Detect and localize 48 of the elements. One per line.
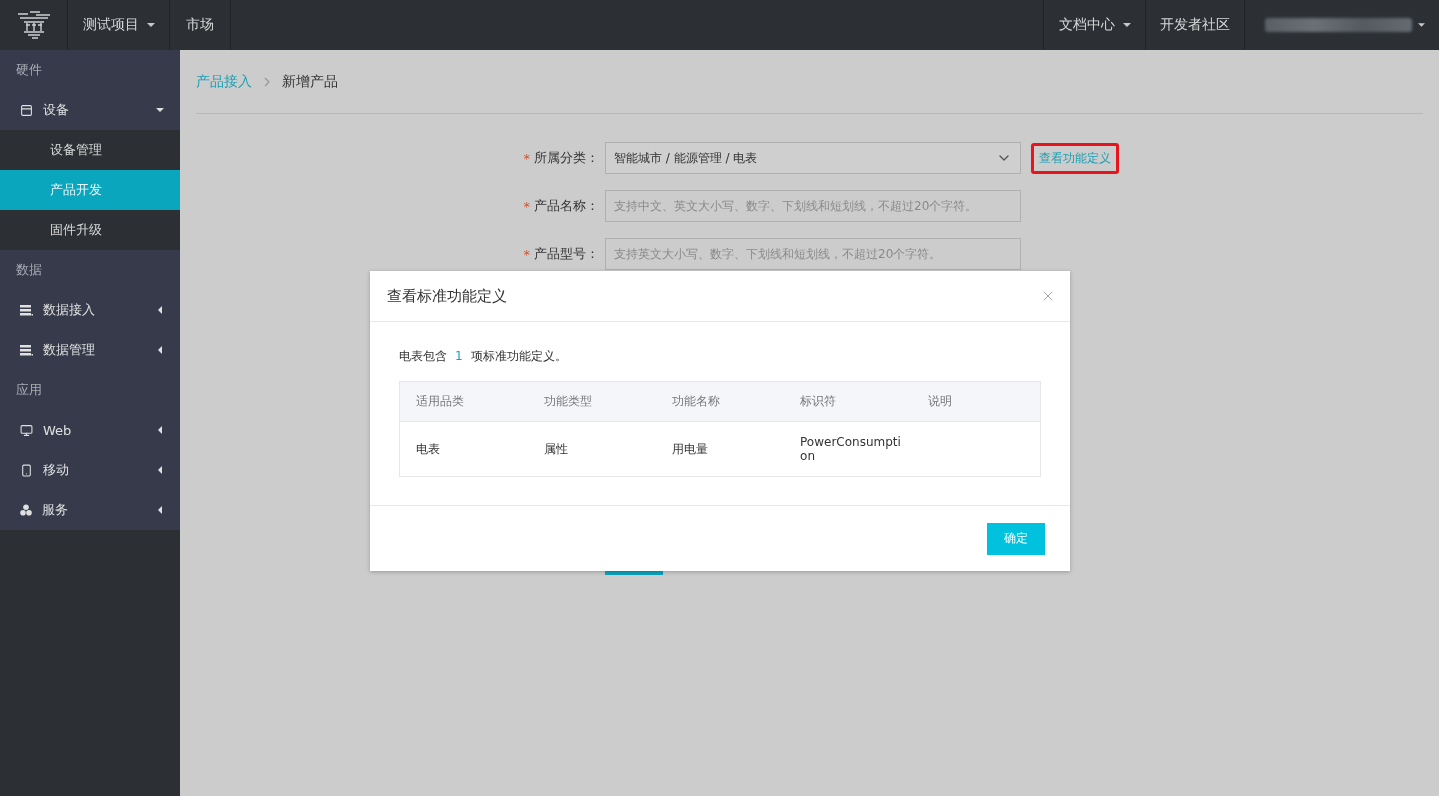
project-menu[interactable]: 测试项目 — [82, 16, 155, 34]
sidebar-section-title: 应用 — [15, 381, 43, 399]
docs-menu[interactable]: 文档中心 — [1058, 16, 1131, 34]
sidebar-section-title: 硬件 — [15, 61, 43, 79]
button-edge — [605, 571, 663, 575]
breadcrumb-current: 新增产品 — [282, 72, 338, 91]
table-cell: 用电量 — [671, 442, 708, 456]
required-mark: * — [523, 198, 530, 214]
table-cell: 电表 — [416, 442, 440, 456]
sidebar-item[interactable]: Web — [0, 410, 180, 450]
column-header: 功能类型 — [527, 381, 656, 422]
required-mark: * — [523, 150, 530, 166]
monitor-icon — [20, 423, 33, 437]
logo-icon[interactable] — [15, 10, 52, 40]
table-cell: PowerConsumpti on — [800, 435, 901, 463]
cluster-icon — [20, 504, 32, 516]
column-header: 标识符 — [784, 381, 913, 422]
summary-text: 电表包含 1 项标准功能定义。 — [399, 348, 568, 365]
caret-icon — [1418, 21, 1425, 29]
community-link[interactable]: 开发者社区 — [1160, 16, 1230, 34]
sidebar-item[interactable]: 服务 — [0, 490, 180, 530]
input-field[interactable]: 支持中文、英文大小写、数字、下划线和短划线，不超过20个字符。 — [605, 190, 1021, 222]
sidebar-subitem[interactable]: 设备管理 — [0, 130, 180, 170]
sidebar-item[interactable]: 设备 — [0, 90, 180, 130]
sidebar-section-title: 数据 — [15, 261, 43, 279]
sidebar-subitem[interactable]: 固件升级 — [0, 210, 180, 250]
sidebar-item[interactable]: 数据接入 — [0, 290, 180, 330]
sidebar-item[interactable]: 数据管理 — [0, 330, 180, 370]
dialog-title: 查看标准功能定义 — [387, 286, 507, 306]
sidebar-item[interactable]: 移动 — [0, 450, 180, 490]
chevron-icon — [264, 76, 270, 87]
table-cell: 属性 — [543, 442, 568, 456]
column-header: 适用品类 — [399, 381, 528, 422]
required-mark: * — [523, 246, 530, 262]
category-select[interactable]: 智能城市 / 能源管理 / 电表 — [605, 142, 1021, 174]
column-header: 功能名称 — [655, 381, 785, 422]
phone-icon — [20, 463, 33, 477]
field-label: 产品型号： — [534, 245, 599, 263]
list-icon — [20, 344, 33, 356]
caret-icon — [1122, 21, 1131, 29]
field-label: 所属分类： — [534, 149, 599, 167]
list-icon — [20, 304, 33, 316]
window-icon — [20, 103, 33, 117]
field-label: 产品名称： — [534, 197, 599, 215]
input-field[interactable]: 支持英文大小写、数字、下划线和短划线，不超过20个字符。 — [605, 238, 1021, 270]
caret-icon — [146, 21, 155, 29]
market-link[interactable]: 市场 — [186, 16, 214, 34]
column-header: 说明 — [912, 381, 1041, 422]
